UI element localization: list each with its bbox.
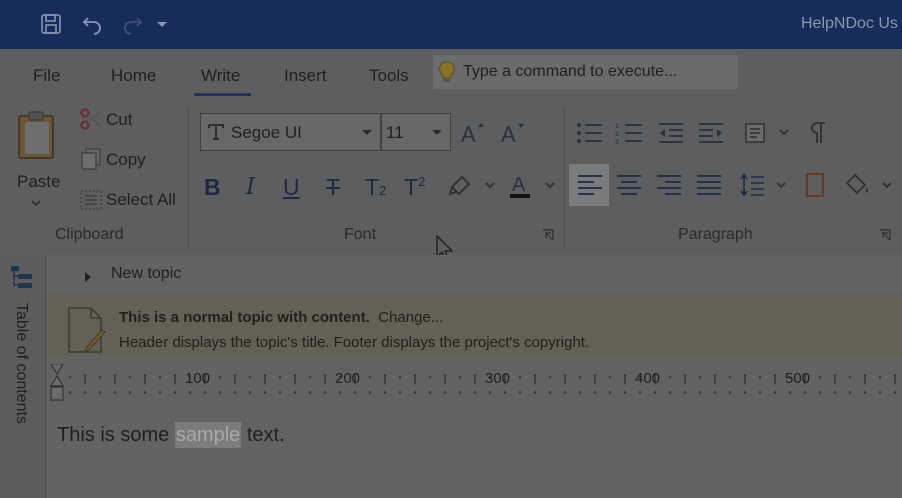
svg-text:2: 2 bbox=[615, 131, 619, 138]
font-size-value: 11 bbox=[386, 123, 404, 142]
topic-header-footer-info: Header displays the topic's title. Foote… bbox=[119, 334, 590, 351]
ruler-label: 500 bbox=[785, 370, 811, 387]
select-all-icon[interactable] bbox=[78, 187, 104, 213]
svg-text:A: A bbox=[512, 174, 526, 196]
topic-title[interactable]: New topic bbox=[111, 265, 181, 283]
font-dialog-launcher-icon[interactable] bbox=[541, 228, 555, 242]
shrink-font-icon[interactable]: A bbox=[500, 120, 528, 146]
select-all-button[interactable]: Select All bbox=[106, 190, 176, 210]
ribbon: File Home Write Insert Tools Type a comm… bbox=[0, 49, 902, 262]
save-icon[interactable] bbox=[38, 10, 64, 38]
topic-kind-bold: This is a normal topic with content. bbox=[119, 309, 370, 326]
tab-tools[interactable]: Tools bbox=[369, 66, 409, 86]
group-separator bbox=[188, 107, 189, 247]
subscript-icon[interactable]: T2 bbox=[365, 174, 386, 201]
highlight-icon[interactable] bbox=[447, 173, 473, 199]
clipboard-group-label: Clipboard bbox=[55, 226, 124, 243]
lightbulb-icon bbox=[439, 61, 455, 88]
text-after-selection: text. bbox=[241, 424, 285, 446]
svg-text:A: A bbox=[461, 122, 476, 145]
bullet-list-icon[interactable] bbox=[574, 119, 604, 147]
copy-icon[interactable] bbox=[78, 146, 104, 172]
align-right-icon[interactable] bbox=[654, 171, 684, 199]
font-name-value: Segoe UI bbox=[231, 123, 302, 142]
table-of-contents-icon[interactable] bbox=[9, 265, 35, 291]
increase-indent-icon[interactable] bbox=[696, 119, 726, 147]
font-name-combo[interactable]: Segoe UI bbox=[200, 113, 381, 151]
group-separator bbox=[564, 107, 565, 247]
superscript-icon[interactable]: T2 bbox=[404, 174, 425, 201]
justify-icon[interactable] bbox=[694, 171, 724, 199]
customize-quick-access-icon[interactable] bbox=[152, 10, 172, 38]
horizontal-ruler[interactable] bbox=[47, 364, 902, 404]
font-name-dropdown-icon[interactable] bbox=[362, 130, 372, 135]
paragraph-style-icon[interactable] bbox=[741, 119, 769, 147]
expand-topic-icon[interactable] bbox=[82, 269, 94, 285]
change-topic-kind-link[interactable]: Change... bbox=[378, 309, 443, 326]
ruler-label: 400 bbox=[635, 370, 661, 387]
font-size-combo[interactable]: 11 bbox=[381, 113, 451, 151]
font-color-dropdown-icon[interactable] bbox=[543, 179, 557, 191]
paste-dropdown-icon[interactable] bbox=[30, 198, 42, 208]
paste-button[interactable]: Paste bbox=[17, 172, 60, 192]
strikethrough-icon[interactable]: T bbox=[326, 174, 340, 201]
command-search-placeholder: Type a command to execute... bbox=[463, 63, 678, 80]
font-color-icon[interactable]: A bbox=[507, 171, 533, 201]
ruler-label: 100 bbox=[185, 370, 211, 387]
command-search-box[interactable]: Type a command to execute... bbox=[433, 55, 738, 89]
selected-text: sample bbox=[174, 422, 242, 448]
ruler-label: 300 bbox=[485, 370, 511, 387]
underline-icon[interactable]: U bbox=[283, 174, 300, 201]
bold-icon[interactable]: B bbox=[204, 174, 221, 201]
redo-icon[interactable] bbox=[120, 10, 146, 38]
title-bar: HelpNDoc Us bbox=[0, 0, 902, 49]
document-body-text[interactable]: This is some sample text. bbox=[57, 422, 285, 448]
undo-icon[interactable] bbox=[79, 10, 105, 38]
paragraph-style-dropdown-icon[interactable] bbox=[777, 126, 791, 138]
ruler-indent-marker[interactable] bbox=[50, 364, 64, 401]
font-size-dropdown-icon[interactable] bbox=[432, 130, 442, 135]
line-spacing-dropdown-icon[interactable] bbox=[774, 179, 788, 191]
copy-button[interactable]: Copy bbox=[106, 150, 146, 170]
cut-button[interactable]: Cut bbox=[106, 110, 132, 130]
paragraph-group-label: Paragraph bbox=[678, 226, 753, 243]
font-type-icon bbox=[207, 123, 225, 141]
ruler-label: 200 bbox=[335, 370, 361, 387]
italic-icon[interactable]: I bbox=[246, 174, 255, 200]
font-group-label: Font bbox=[344, 226, 377, 243]
paste-icon[interactable] bbox=[15, 109, 59, 161]
toc-label[interactable]: Table of contents bbox=[12, 303, 30, 424]
svg-text:3: 3 bbox=[615, 139, 619, 145]
tab-write[interactable]: Write bbox=[201, 66, 240, 86]
svg-text:A: A bbox=[501, 122, 516, 145]
topic-kind-text: This is a normal topic with content. Cha… bbox=[119, 309, 443, 326]
cut-icon[interactable] bbox=[78, 106, 104, 132]
tab-insert[interactable]: Insert bbox=[284, 66, 327, 86]
borders-icon[interactable] bbox=[803, 171, 827, 199]
tab-home[interactable]: Home bbox=[111, 66, 156, 86]
line-spacing-icon[interactable] bbox=[737, 171, 767, 199]
numbered-list-icon[interactable]: 123 bbox=[614, 119, 644, 147]
text-before-selection: This is some bbox=[57, 424, 175, 446]
highlight-dropdown-icon[interactable] bbox=[483, 179, 497, 191]
align-left-icon[interactable] bbox=[575, 171, 605, 199]
align-center-icon[interactable] bbox=[614, 171, 644, 199]
tab-file[interactable]: File bbox=[33, 66, 60, 86]
shading-icon[interactable] bbox=[844, 171, 872, 199]
shading-dropdown-icon[interactable] bbox=[880, 179, 894, 191]
app-title: HelpNDoc Us bbox=[801, 15, 898, 32]
show-formatting-marks-icon[interactable] bbox=[806, 119, 830, 147]
active-tab-indicator bbox=[194, 93, 251, 96]
decrease-indent-icon[interactable] bbox=[656, 119, 686, 147]
paragraph-dialog-launcher-icon[interactable] bbox=[878, 228, 892, 242]
svg-text:1: 1 bbox=[615, 123, 619, 130]
grow-font-icon[interactable]: A bbox=[460, 120, 488, 146]
topic-document-edit-icon bbox=[64, 306, 110, 356]
